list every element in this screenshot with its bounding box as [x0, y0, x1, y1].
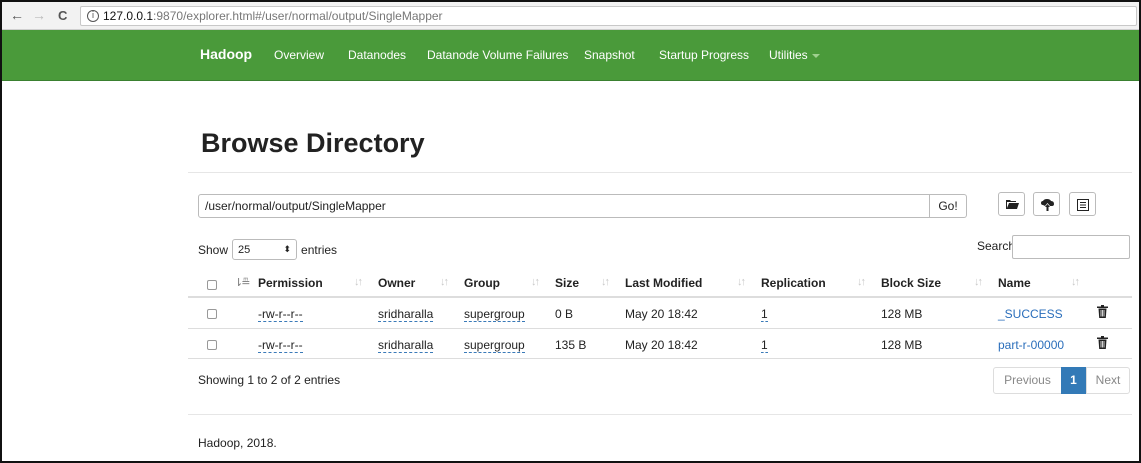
sort-icon[interactable]: ↓↑ — [1071, 276, 1080, 288]
entries-info: Showing 1 to 2 of 2 entries — [198, 373, 341, 387]
directory-input[interactable]: /user/normal/output/SingleMapper — [198, 194, 930, 218]
top-navbar: Hadoop Overview Datanodes Datanode Volum… — [2, 30, 1139, 81]
entries-select[interactable]: 25 ⬍ — [232, 239, 298, 260]
header-name[interactable]: Name — [998, 276, 1031, 290]
nav-utilities-label: Utilities — [769, 48, 808, 62]
entries-control: Show 25 ⬍ entries — [198, 239, 337, 260]
page-title: Browse Directory — [201, 128, 425, 158]
sort-icon[interactable]: ↓↑ — [737, 276, 746, 288]
select-all-checkbox[interactable] — [207, 280, 217, 290]
brand-link[interactable]: Hadoop — [200, 46, 252, 62]
owner-cell[interactable]: sridharalla — [378, 338, 434, 353]
trash-icon[interactable] — [1097, 336, 1108, 349]
sort-icon[interactable]: ↓↑ — [354, 276, 363, 288]
header-last-modified[interactable]: Last Modified — [625, 276, 702, 290]
divider — [188, 172, 1132, 173]
show-label: Show — [198, 242, 229, 257]
entries-select-value: 25 — [238, 243, 251, 256]
footer-text: Hadoop, 2018. — [198, 436, 277, 450]
entries-label: entries — [301, 242, 338, 257]
replication-cell[interactable]: 1 — [761, 307, 768, 322]
modified-cell: May 20 18:42 — [625, 307, 698, 321]
block-size-cell: 128 MB — [881, 338, 923, 352]
browser-toolbar: ← → C i 127.0.0.1:9870/explorer.html#/us… — [2, 2, 1139, 30]
sort-icon[interactable]: ↓↑ — [440, 276, 449, 288]
create-directory-button[interactable] — [998, 192, 1025, 216]
size-cell: 0 B — [555, 307, 574, 321]
folder-icon — [1006, 200, 1019, 209]
replication-cell[interactable]: 1 — [761, 338, 768, 353]
list-icon — [1077, 199, 1089, 211]
block-size-cell: 128 MB — [881, 307, 923, 321]
cut-paste-button[interactable] — [1069, 192, 1096, 216]
upload-button[interactable] — [1033, 192, 1060, 216]
sort-icon[interactable]: ↓↑ — [857, 276, 866, 288]
permission-cell[interactable]: -rw-r--r-- — [258, 338, 303, 353]
upload-icon — [1041, 199, 1054, 211]
sort-icon[interactable]: ↓↑ — [601, 276, 610, 288]
go-button[interactable]: Go! — [930, 194, 967, 218]
owner-cell[interactable]: sridharalla — [378, 307, 434, 322]
page-1-button[interactable]: 1 — [1061, 367, 1086, 394]
file-name-link[interactable]: _SUCCESS — [998, 307, 1063, 321]
next-button[interactable]: Next — [1086, 367, 1130, 394]
row-checkbox[interactable] — [207, 340, 217, 350]
header-size[interactable]: Size — [555, 276, 579, 290]
header-block-size[interactable]: Block Size — [881, 276, 941, 290]
previous-button[interactable]: Previous — [993, 367, 1062, 394]
row-checkbox[interactable] — [207, 309, 217, 319]
reload-icon[interactable]: C — [58, 8, 67, 23]
footer-divider — [188, 414, 1132, 415]
forward-icon[interactable]: → — [32, 7, 46, 23]
info-icon[interactable]: i — [87, 10, 99, 22]
sort-icon[interactable]: ↓↑ — [531, 276, 540, 288]
back-icon[interactable]: ← — [10, 7, 24, 23]
nav-overview[interactable]: Overview — [274, 48, 324, 62]
header-replication[interactable]: Replication — [761, 276, 826, 290]
sort-asc-icon[interactable]: ⇂≞ — [234, 276, 251, 289]
header-owner[interactable]: Owner — [378, 276, 415, 290]
nav-volume-failures[interactable]: Datanode Volume Failures — [427, 48, 568, 62]
row-divider — [188, 328, 1132, 329]
group-cell[interactable]: supergroup — [464, 338, 525, 353]
header-permission[interactable]: Permission — [258, 276, 323, 290]
nav-utilities[interactable]: Utilities — [769, 48, 820, 62]
modified-cell: May 20 18:42 — [625, 338, 698, 352]
size-cell: 135 B — [555, 338, 587, 352]
nav-snapshot[interactable]: Snapshot — [584, 48, 635, 62]
chevron-down-icon — [811, 53, 820, 58]
url-path: :9870/explorer.html#/user/normal/output/… — [153, 9, 443, 23]
header-group[interactable]: Group — [464, 276, 500, 290]
address-bar[interactable]: i 127.0.0.1:9870/explorer.html#/user/nor… — [80, 6, 1137, 26]
row-divider — [188, 358, 1132, 359]
file-name-link[interactable]: part-r-00000 — [998, 338, 1064, 352]
select-arrows-icon: ⬍ — [283, 244, 292, 254]
nav-datanodes[interactable]: Datanodes — [348, 48, 406, 62]
trash-icon[interactable] — [1097, 305, 1108, 318]
search-input[interactable] — [1012, 235, 1130, 259]
permission-cell[interactable]: -rw-r--r-- — [258, 307, 303, 322]
header-divider — [188, 296, 1132, 298]
sort-icon[interactable]: ↓↑ — [974, 276, 983, 288]
url-host: 127.0.0.1 — [103, 9, 154, 23]
nav-startup-progress[interactable]: Startup Progress — [659, 48, 749, 62]
group-cell[interactable]: supergroup — [464, 307, 525, 322]
